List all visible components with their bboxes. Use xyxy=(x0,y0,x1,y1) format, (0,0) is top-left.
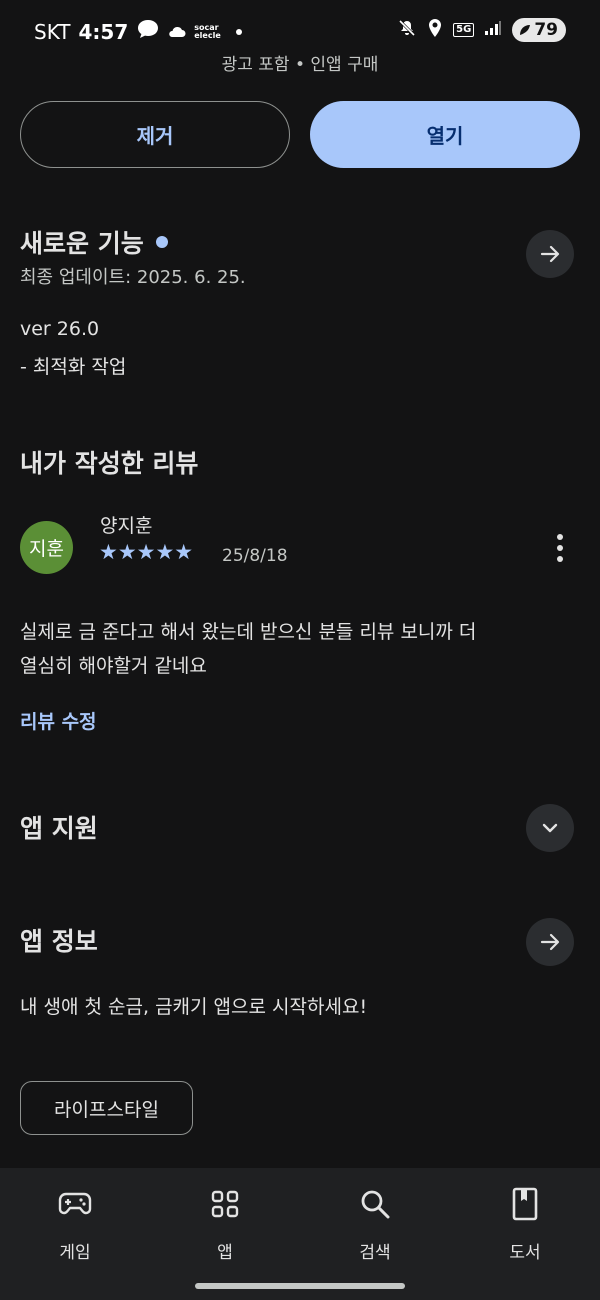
star-rating: ★★★★★ xyxy=(99,540,194,564)
app-description: 내 생애 첫 순금, 금캐기 앱으로 시작하세요! xyxy=(20,996,368,1018)
reviewer-name: 양지훈 xyxy=(100,515,153,537)
app-support-expand-button[interactable] xyxy=(526,804,574,852)
bottom-navigation: 게임 앱 검색 도서 xyxy=(0,1168,600,1300)
last-updated-text: 최종 업데이트: 2025. 6. 25. xyxy=(20,267,246,288)
notification-dot-icon xyxy=(236,28,243,35)
app-info-arrow-button[interactable] xyxy=(526,918,574,966)
review-body: 실제로 금 준다고 해서 왔는데 받으신 분들 리뷰 보니까 더 열심히 해야할… xyxy=(20,615,580,683)
arrow-right-icon xyxy=(540,933,560,951)
remove-button[interactable]: 제거 xyxy=(20,101,290,168)
clock: 4:57 xyxy=(78,19,129,44)
open-button[interactable]: 열기 xyxy=(310,101,580,168)
whats-new-title: 새로운 기능 xyxy=(20,229,144,258)
socar-elecle-icon: socar elecle xyxy=(194,22,221,40)
version-text: ver 26.0 xyxy=(20,318,100,340)
review-date: 25/8/18 xyxy=(222,546,288,566)
more-options-icon[interactable] xyxy=(548,528,572,568)
location-icon xyxy=(427,18,443,42)
app-meta-line: 광고 포함 • 인앱 구매 xyxy=(221,55,379,75)
edit-review-link[interactable]: 리뷰 수정 xyxy=(20,707,97,734)
status-left: SKT 4:57 socar elecle xyxy=(34,18,243,45)
battery-saver-icon xyxy=(520,25,531,35)
whats-new-header[interactable]: 새로운 기능 xyxy=(20,224,168,260)
cloud-icon xyxy=(168,20,186,44)
new-indicator-icon xyxy=(155,236,168,248)
gamepad-icon xyxy=(57,1186,93,1222)
arrow-right-icon xyxy=(540,245,560,263)
nav-label: 도서 xyxy=(509,1243,541,1263)
app-support-title[interactable]: 앱 지원 xyxy=(20,809,98,845)
chevron-down-icon xyxy=(542,823,558,833)
book-icon xyxy=(507,1186,543,1222)
apps-grid-icon xyxy=(207,1186,243,1222)
search-icon xyxy=(357,1186,393,1222)
gesture-navigation-bar[interactable] xyxy=(195,1283,405,1289)
review-body-line: 열심히 해야할거 같네요 xyxy=(20,655,207,677)
nav-label: 검색 xyxy=(359,1243,391,1263)
whats-new-arrow-button[interactable] xyxy=(526,230,574,278)
battery-level: 79 xyxy=(534,20,558,40)
my-review-title: 내가 작성한 리뷰 xyxy=(20,449,199,478)
app-info-title[interactable]: 앱 정보 xyxy=(20,922,98,958)
release-notes-text: - 최적화 작업 xyxy=(20,356,127,378)
mute-icon xyxy=(397,18,417,42)
review-body-line: 실제로 금 준다고 해서 왔는데 받으신 분들 리뷰 보니까 더 xyxy=(20,621,477,643)
nav-item-games[interactable]: 게임 xyxy=(25,1186,125,1263)
chat-bubble-icon xyxy=(136,18,160,45)
network-type-label: 5G xyxy=(453,23,475,37)
nav-label: 앱 xyxy=(217,1243,233,1263)
status-right: 5G 79 xyxy=(397,18,566,42)
nav-item-search[interactable]: 검색 xyxy=(325,1186,425,1263)
category-chip[interactable]: 라이프스타일 xyxy=(20,1081,193,1135)
signal-icon xyxy=(484,20,502,40)
carrier-label: SKT xyxy=(34,19,71,44)
avatar: 지훈 xyxy=(20,521,73,574)
nav-label: 게임 xyxy=(59,1243,91,1263)
nav-item-apps[interactable]: 앱 xyxy=(175,1186,275,1263)
nav-item-books[interactable]: 도서 xyxy=(475,1186,575,1263)
battery-indicator: 79 xyxy=(512,18,566,42)
